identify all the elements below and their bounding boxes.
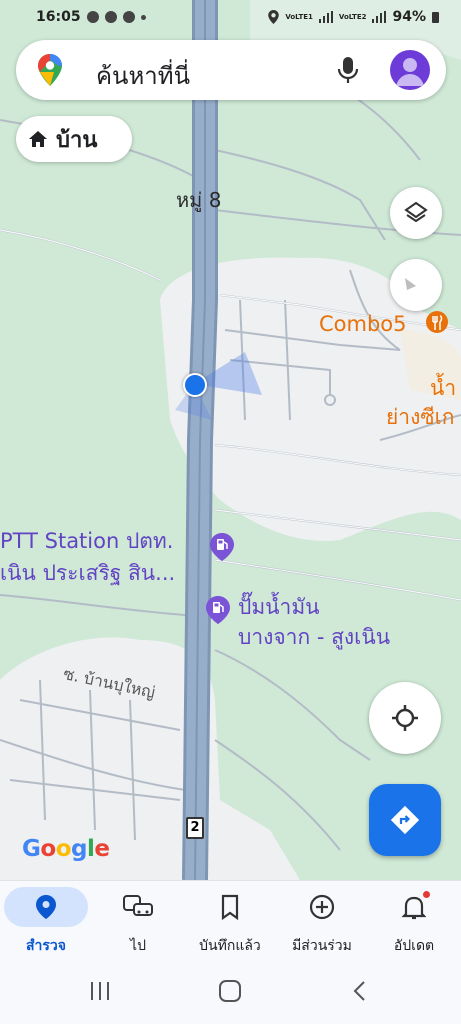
location-status-icon [268, 10, 280, 24]
restaurant-icon[interactable] [425, 310, 449, 336]
explore-icon-container [4, 887, 88, 927]
home-label: บ้าน [56, 127, 98, 153]
bookmark-icon [221, 894, 239, 920]
google-logo-letter: o [40, 836, 56, 862]
chrome-icon-2 [122, 11, 135, 23]
search-bar[interactable]: ค้นหาที่นี่ [16, 40, 446, 100]
nav-saved[interactable]: บันทึกแล้ว [184, 881, 276, 961]
battery-icon [432, 11, 439, 23]
ptt-station-label-line2[interactable]: เนิน ประเสริฐ สิน... [0, 557, 175, 590]
directions-button[interactable] [369, 784, 441, 856]
google-logo-letter: G [22, 836, 41, 862]
nav-saved-label: บันทึกแล้ว [199, 938, 261, 954]
signal-icon [318, 11, 333, 23]
home-shortcut-chip[interactable]: บ้าน [16, 116, 132, 162]
nav-explore[interactable]: สำรวจ [0, 881, 92, 961]
go-icon-container [96, 887, 180, 927]
bottom-navigation: สำรวจ ไป บันทึกแล้ว มีส่วนร่วม อัปเดต [0, 880, 461, 961]
bell-icon [402, 896, 426, 920]
gas-station-icon[interactable] [209, 532, 235, 562]
bangchak-label-line2[interactable]: บางจาก - สูงเนิน [238, 621, 390, 654]
route-shield: 2 [186, 817, 204, 839]
compass-button[interactable] [390, 259, 442, 311]
gas-station-icon-2[interactable] [205, 595, 231, 625]
crosshair-icon [392, 705, 418, 731]
signal-icon-2 [372, 11, 387, 23]
layers-button[interactable] [390, 187, 442, 239]
account-avatar[interactable] [390, 50, 430, 90]
google-logo-letter: o [55, 836, 72, 862]
directions-icon [390, 805, 420, 835]
status-time: 16:05 [36, 9, 81, 25]
nav-contribute-label: มีส่วนร่วม [292, 938, 352, 954]
recent-apps-icon[interactable] [88, 980, 112, 1006]
home-button-icon[interactable] [218, 980, 242, 1006]
status-right: VoLTE1 VoLTE2 94% [268, 9, 439, 25]
home-icon [29, 131, 47, 147]
nav-explore-label: สำรวจ [26, 938, 66, 954]
network2-label: VoLTE2 [338, 13, 367, 21]
notification-dot [423, 891, 430, 898]
back-icon[interactable] [350, 980, 370, 1006]
line-app-icon [86, 11, 99, 23]
restaurant-label[interactable]: Combo5 [319, 312, 407, 336]
saved-icon-container [188, 887, 272, 927]
compass-icon [405, 278, 427, 294]
contribute-icon-container [280, 887, 364, 927]
nav-updates-label: อัปเดต [393, 938, 435, 954]
explore-pin-icon [36, 895, 56, 919]
network1-label: VoLTE1 [285, 13, 313, 21]
nav-go[interactable]: ไป [92, 881, 184, 961]
nav-contribute[interactable]: มีส่วนร่วม [276, 881, 368, 961]
more-notifications-dot [140, 14, 146, 20]
ptt-station-label[interactable]: PTT Station ปตท. [0, 525, 173, 558]
microphone-icon[interactable] [336, 55, 360, 85]
village-label: หมู่ 8 [176, 188, 222, 212]
nav-go-label: ไป [130, 938, 146, 954]
nav-updates[interactable]: อัปเดต [368, 881, 460, 961]
maps-pin-logo-icon [38, 54, 62, 90]
google-logo-letter: g [71, 836, 87, 862]
status-bar: 16:05 VoLTE1 VoLTE2 94% [0, 0, 461, 34]
google-logo-letter: e [94, 836, 110, 862]
updates-icon-container [372, 887, 456, 927]
my-location-button[interactable] [369, 682, 441, 754]
add-circle-icon [309, 894, 335, 920]
place-label-line2[interactable]: ย่างซีเก [386, 401, 455, 434]
search-input[interactable]: ค้นหาที่นี่ [96, 56, 190, 95]
chrome-icon [104, 11, 117, 23]
layers-icon [404, 201, 428, 223]
system-navigation-bar [0, 960, 461, 1024]
current-location-dot [183, 373, 207, 397]
commute-icon [123, 895, 153, 916]
google-logo: Google [22, 836, 110, 862]
battery-percent: 94% [392, 9, 426, 25]
status-left: 16:05 [36, 9, 146, 25]
bangchak-label[interactable]: ปั๊มน้ำมัน [238, 591, 320, 624]
